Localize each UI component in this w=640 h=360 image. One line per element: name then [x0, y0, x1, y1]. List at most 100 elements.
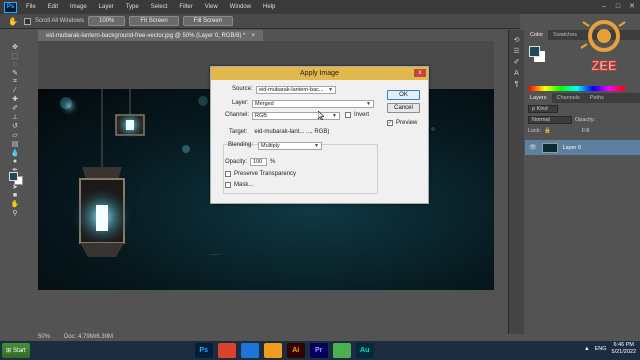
taskbar-app-icon[interactable]: Au	[355, 343, 374, 358]
channel-row: Channel:	[225, 112, 249, 118]
menu-filter[interactable]: Filter	[173, 4, 198, 10]
blur-tool-icon[interactable]: 💧	[8, 149, 22, 157]
document-tab[interactable]: eid-mubarak-lantern-background-free-vect…	[38, 30, 264, 41]
layer-name[interactable]: Layer 0	[563, 145, 581, 151]
network-icon[interactable]: ▲	[584, 346, 589, 352]
move-tool-icon[interactable]: ✥	[8, 43, 22, 51]
fill-screen-button[interactable]: Fill Screen	[182, 16, 234, 26]
minimize-icon[interactable]: –	[598, 1, 610, 11]
scroll-all-checkbox[interactable]	[24, 17, 31, 25]
ok-button[interactable]: OK	[387, 90, 420, 100]
dialog-close-button[interactable]: x	[414, 69, 426, 77]
history-panel-icon[interactable]: ⟲	[512, 36, 522, 44]
brush-tool-icon[interactable]: ✐	[8, 104, 22, 112]
taskbar-app-icon[interactable]: Ps	[194, 343, 213, 358]
close-icon[interactable]: ✕	[626, 1, 638, 11]
dodge-tool-icon[interactable]: ●	[8, 158, 22, 165]
quick-select-tool-icon[interactable]: ✎	[8, 69, 22, 77]
taskbar-app-icon[interactable]	[240, 343, 259, 358]
lock-row: Lock: 🔒 Fill:	[525, 125, 640, 136]
target-label: Target:	[229, 129, 248, 135]
layer-select[interactable]: Merged ▼	[252, 100, 374, 108]
tab-channels[interactable]: Channels	[552, 93, 585, 103]
gradient-tool-icon[interactable]: ▤	[8, 140, 22, 148]
zoom-readout[interactable]: 50%	[38, 334, 50, 340]
zoom-100-button[interactable]: 100%	[88, 16, 126, 26]
start-button[interactable]: ⊞ Start	[2, 343, 30, 358]
tab-close-icon[interactable]: ×	[252, 33, 256, 39]
menu-view[interactable]: View	[199, 4, 224, 10]
cancel-button[interactable]: Cancel	[387, 103, 420, 113]
tab-color[interactable]: Color	[525, 30, 549, 40]
dialog-titlebar[interactable]: Apply Image x	[211, 67, 428, 80]
visibility-eye-icon[interactable]: 👁	[529, 144, 537, 151]
foreground-color-swatch[interactable]	[9, 172, 18, 181]
mask-checkbox[interactable]	[225, 182, 231, 188]
brush-panel-icon[interactable]: ✐	[512, 58, 522, 66]
menu-file[interactable]: File	[20, 4, 42, 10]
preserve-transparency-row: Preserve Transparency	[225, 171, 296, 177]
menu-help[interactable]: Help	[257, 4, 281, 10]
character-panel-icon[interactable]: A	[512, 69, 522, 77]
chevron-down-icon: ▼	[366, 101, 371, 107]
taskbar-app-icon[interactable]	[263, 343, 282, 358]
windows-taskbar: ⊞ Start Ps Ai Pr Au ▲ ENG 6:46 PM 5/21/2022	[0, 341, 640, 360]
preserve-transparency-checkbox[interactable]	[225, 171, 231, 177]
mask-label: Mask...	[234, 182, 254, 188]
menu-select[interactable]: Select	[145, 4, 174, 10]
language-indicator[interactable]: ENG	[595, 346, 607, 352]
color-panel-foreground-swatch[interactable]	[529, 46, 540, 57]
source-select[interactable]: eid-mubarak-lantern-bac... ▼	[256, 86, 336, 94]
kind-filter-select[interactable]: ρ Kind	[528, 104, 558, 113]
layer-opacity-label: Opacity:	[575, 116, 596, 123]
opacity-input[interactable]: 100	[250, 158, 268, 166]
chevron-down-icon: ▼	[328, 87, 333, 93]
menu-type[interactable]: Type	[120, 4, 145, 10]
blending-select[interactable]: Multiply ▼	[258, 142, 322, 150]
clock[interactable]: 6:46 PM 5/21/2022	[612, 342, 636, 356]
windows-logo-icon: ⊞	[6, 348, 12, 354]
menu-window[interactable]: Window	[224, 4, 257, 10]
photoshop-window: Ps File Edit Image Layer Type Select Fil…	[0, 0, 640, 360]
preview-row: ✓ Preview	[387, 120, 417, 126]
menu-image[interactable]: Image	[64, 4, 93, 10]
channel-select[interactable]: RGB ▼	[252, 112, 340, 120]
taskbar-app-icon[interactable]	[332, 343, 351, 358]
hand-tool-icon[interactable]: ✋	[6, 16, 20, 27]
eraser-tool-icon[interactable]: ▱	[8, 131, 22, 139]
paragraph-panel-icon[interactable]: ¶	[512, 80, 522, 88]
blending-label: Blending:	[228, 142, 254, 148]
layer-value: Merged	[255, 101, 274, 107]
history-brush-tool-icon[interactable]: ↺	[8, 122, 22, 130]
taskbar-app-icon[interactable]: Ai	[286, 343, 305, 358]
tab-paths[interactable]: Paths	[585, 93, 609, 103]
eyedropper-tool-icon[interactable]: ⁄	[8, 87, 22, 94]
taskbar-app-icon[interactable]: Pr	[309, 343, 328, 358]
layer-label: Layer:	[232, 100, 249, 106]
layer-thumbnail	[541, 142, 558, 153]
clone-stamp-tool-icon[interactable]: ⊥	[8, 113, 22, 121]
taskbar-app-icon[interactable]	[217, 343, 236, 358]
layer-row[interactable]: 👁 Layer 0	[525, 140, 640, 155]
properties-panel-icon[interactable]: ☰	[512, 47, 522, 55]
menu-layer[interactable]: Layer	[93, 4, 120, 10]
menu-edit[interactable]: Edit	[42, 4, 64, 10]
crop-tool-icon[interactable]: ⌗	[8, 78, 22, 86]
hand-tool-icon[interactable]: ✋	[8, 200, 22, 208]
right-panel: Color Swatches Layers Channels Paths ρ K…	[525, 30, 640, 334]
fit-screen-button[interactable]: Fit Screen	[129, 16, 179, 26]
color-spectrum-bar[interactable]	[529, 86, 625, 91]
tab-layers[interactable]: Layers	[525, 93, 552, 103]
marquee-tool-icon[interactable]: ⬚	[8, 52, 22, 60]
channel-value: RGB	[255, 113, 267, 119]
zoom-tool-icon[interactable]: ⚲	[8, 209, 22, 217]
shape-tool-icon[interactable]: ■	[8, 192, 22, 199]
layer-blend-mode-select[interactable]: Normal	[528, 115, 572, 124]
lasso-tool-icon[interactable]: ◌	[8, 61, 22, 68]
healing-brush-tool-icon[interactable]: ✚	[8, 95, 22, 103]
invert-checkbox[interactable]	[345, 112, 351, 118]
lock-icon[interactable]: 🔒	[544, 128, 551, 134]
maximize-icon[interactable]: □	[612, 1, 624, 11]
preview-label: Preview	[396, 120, 418, 126]
preview-checkbox[interactable]: ✓	[387, 120, 393, 126]
